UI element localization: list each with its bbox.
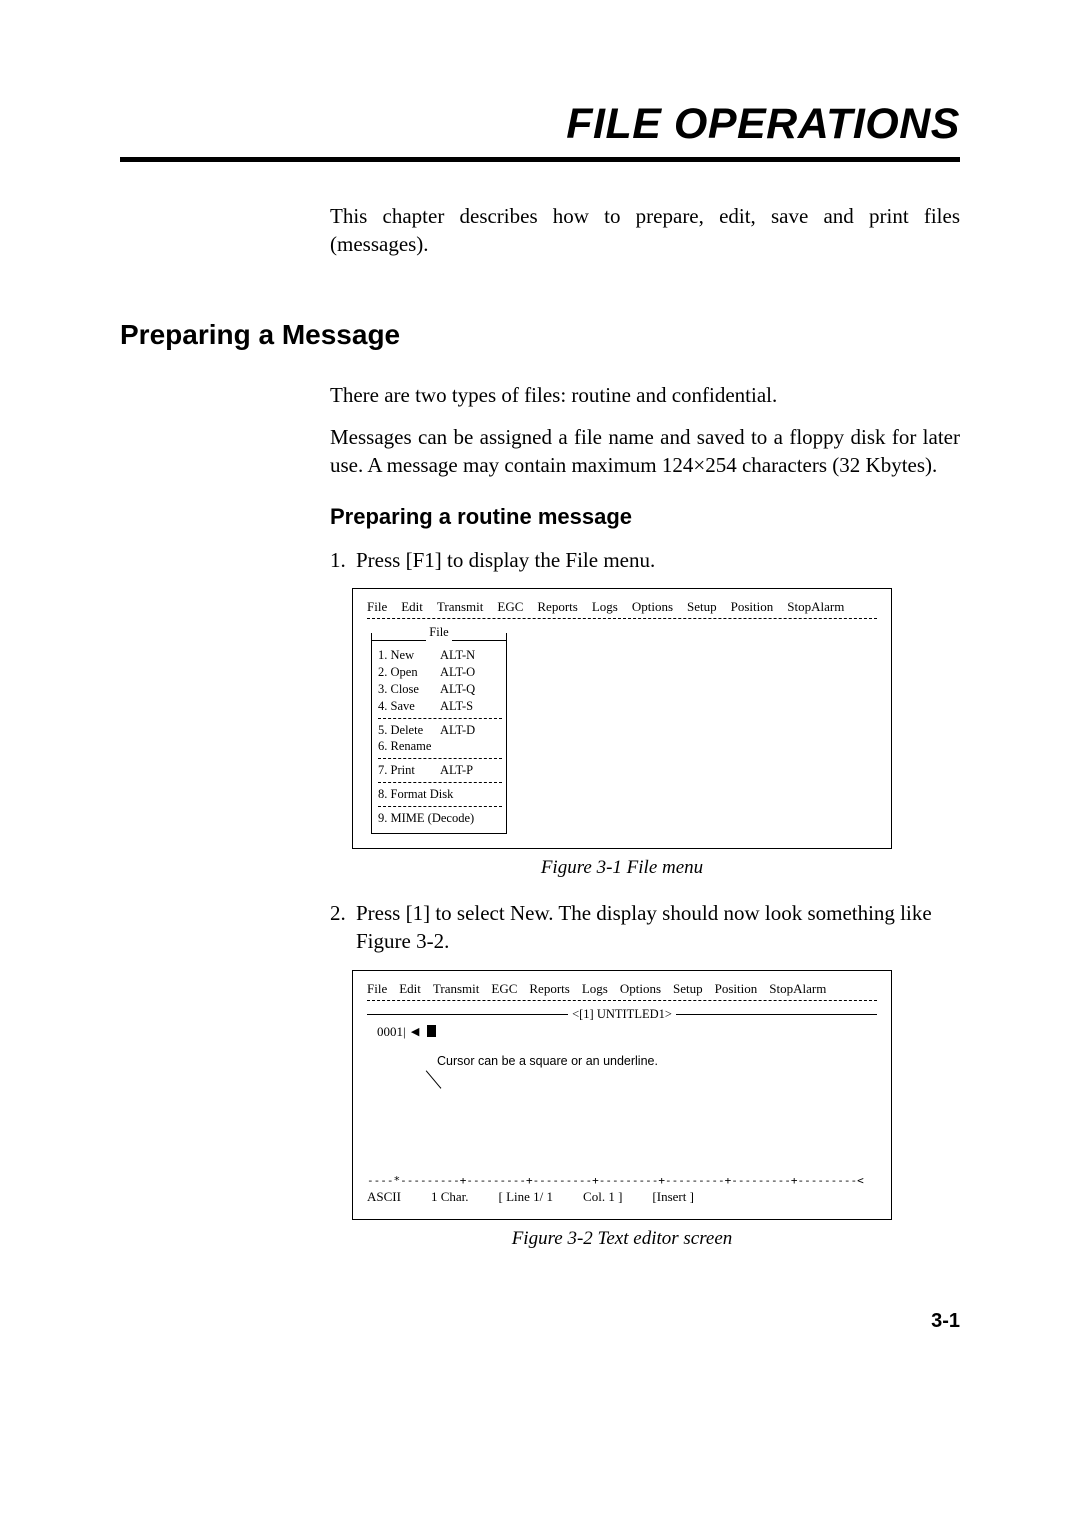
- menu-item: 2. OpenALT-O: [378, 664, 500, 681]
- callout-line: [426, 1070, 442, 1088]
- editor-body: 0001| ◀ Cursor can be a square or an und…: [367, 1024, 877, 1174]
- step-number: 1.: [330, 546, 356, 574]
- dropdown-title: File: [426, 625, 451, 640]
- figure-text-editor: File Edit Transmit EGC Reports Logs Opti…: [352, 970, 892, 1220]
- menu-reports: Reports: [529, 981, 569, 997]
- figure-caption: Figure 3-2 Text editor screen: [352, 1228, 892, 1250]
- menu-stopalarm: StopAlarm: [787, 599, 844, 615]
- step: 2. Press [1] to select New. The display …: [330, 899, 960, 956]
- menu-reports: Reports: [537, 599, 577, 615]
- ruler: ----*---------+---------+---------+-----…: [367, 1174, 877, 1187]
- menu-position: Position: [715, 981, 758, 997]
- separator: [367, 1000, 877, 1001]
- menu-egc: EGC: [497, 599, 523, 615]
- menu-item: 1. NewALT-N: [378, 647, 500, 664]
- status-char: 1 Char.: [431, 1189, 469, 1205]
- menu-item: 6. Rename: [378, 738, 500, 755]
- paragraph: Messages can be assigned a file name and…: [330, 423, 960, 480]
- cursor-note: Cursor can be a square or an underline.: [437, 1054, 877, 1068]
- menu-setup: Setup: [687, 599, 717, 615]
- body: There are two types of files: routine an…: [330, 381, 960, 1250]
- menu-edit: Edit: [401, 599, 423, 615]
- menu-file: File: [367, 981, 387, 997]
- menu-egc: EGC: [491, 981, 517, 997]
- status-insert: [Insert ]: [652, 1189, 694, 1205]
- file-dropdown: File 1. NewALT-N 2. OpenALT-O 3. CloseAL…: [371, 625, 507, 834]
- figure-file-menu: File Edit Transmit EGC Reports Logs Opti…: [352, 588, 892, 849]
- step-text: Press [F1] to display the File menu.: [356, 546, 960, 574]
- editor-title: <[1] UNTITLED1>: [568, 1007, 676, 1022]
- step: 1. Press [F1] to display the File menu.: [330, 546, 960, 574]
- separator: [367, 618, 877, 619]
- menubar: File Edit Transmit EGC Reports Logs Opti…: [367, 599, 877, 615]
- menu-item: 8. Format Disk: [378, 786, 500, 803]
- menu-edit: Edit: [399, 981, 421, 997]
- subsection-heading: Preparing a routine message: [330, 504, 960, 530]
- menu-position: Position: [731, 599, 774, 615]
- menu-setup: Setup: [673, 981, 703, 997]
- separator: [378, 806, 502, 807]
- editor-title-row: <[1] UNTITLED1>: [367, 1007, 877, 1022]
- status-bar: ASCII 1 Char. [ Line 1/ 1 Col. 1 ] [Inse…: [367, 1189, 877, 1205]
- menu-logs: Logs: [582, 981, 608, 997]
- menu-transmit: Transmit: [437, 599, 483, 615]
- separator: [378, 782, 502, 783]
- line-number: 0001|: [377, 1024, 406, 1040]
- chapter-title: FILE OPERATIONS: [120, 100, 960, 149]
- status-col: Col. 1 ]: [583, 1189, 622, 1205]
- menu-logs: Logs: [592, 599, 618, 615]
- dropdown-title-row: File: [371, 633, 507, 648]
- status-mode: ASCII: [367, 1189, 401, 1205]
- menubar: File Edit Transmit EGC Reports Logs Opti…: [367, 981, 877, 997]
- triangle-left-icon: ◀: [411, 1025, 419, 1038]
- step-number: 2.: [330, 899, 356, 956]
- intro-paragraph: This chapter describes how to prepare, e…: [330, 202, 960, 259]
- menu-item: 4. SaveALT-S: [378, 698, 500, 715]
- paragraph: There are two types of files: routine an…: [330, 381, 960, 409]
- status-line: [ Line 1/ 1: [499, 1189, 554, 1205]
- page-number: 3-1: [120, 1310, 960, 1333]
- page: FILE OPERATIONS This chapter describes h…: [0, 0, 1080, 1393]
- menu-transmit: Transmit: [433, 981, 479, 997]
- cursor-icon: [427, 1025, 436, 1037]
- menu-item: 7. PrintALT-P: [378, 762, 500, 779]
- menu-options: Options: [632, 599, 673, 615]
- menu-file: File: [367, 599, 387, 615]
- step-text: Press [1] to select New. The display sho…: [356, 899, 960, 956]
- menu-options: Options: [620, 981, 661, 997]
- separator: [378, 758, 502, 759]
- separator: [378, 718, 502, 719]
- section-heading: Preparing a Message: [120, 319, 960, 351]
- menu-item: 5. DeleteALT-D: [378, 722, 500, 739]
- menu-item: 9. MIME (Decode): [378, 810, 500, 827]
- title-rule: [120, 157, 960, 162]
- menu-stopalarm: StopAlarm: [769, 981, 826, 997]
- menu-item: 3. CloseALT-Q: [378, 681, 500, 698]
- figure-caption: Figure 3-1 File menu: [352, 857, 892, 879]
